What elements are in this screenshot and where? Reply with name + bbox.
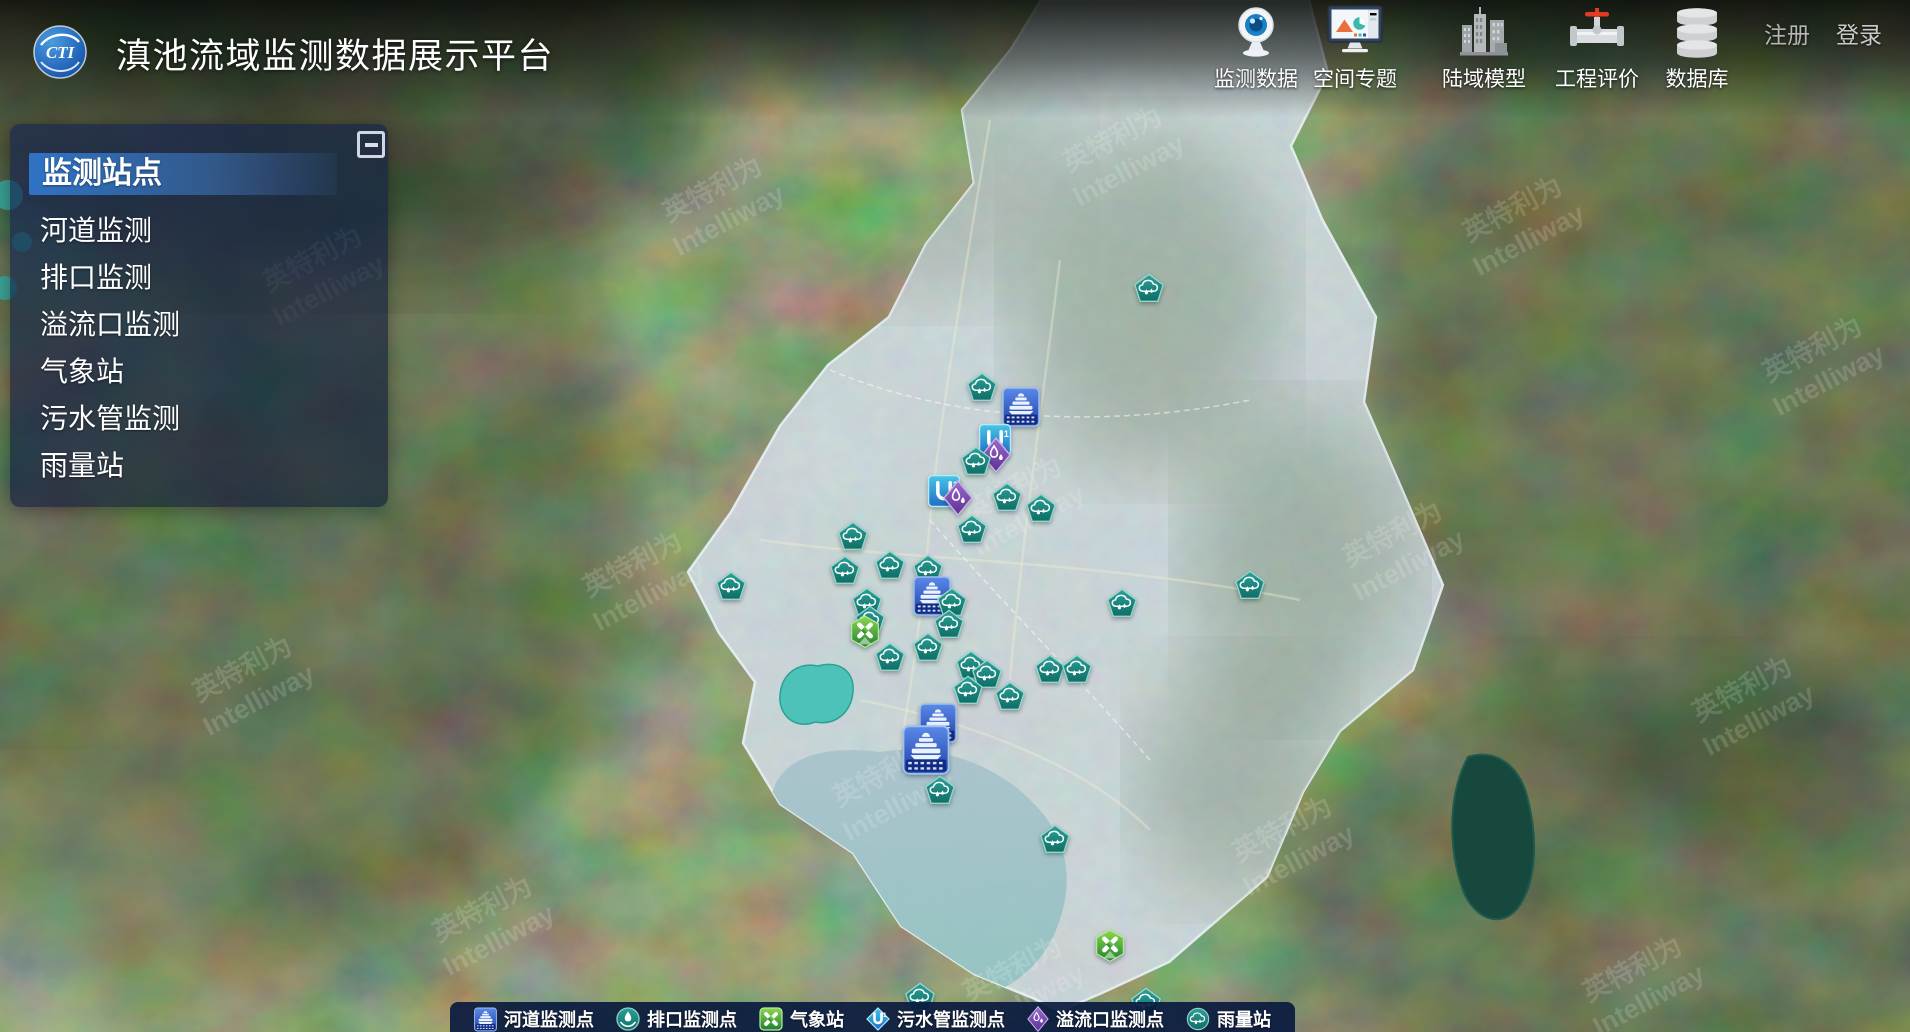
rain-marker[interactable] xyxy=(875,551,906,580)
river-marker[interactable] xyxy=(1002,387,1040,427)
weather-station-icon xyxy=(759,1007,783,1031)
svg-text:1: 1 xyxy=(883,1012,887,1019)
page-title: 滇池流域监测数据展示平台 xyxy=(116,28,554,79)
rain-marker[interactable] xyxy=(830,556,861,585)
legend-label: 雨量站 xyxy=(1217,1006,1271,1032)
rain-marker[interactable] xyxy=(967,373,998,402)
panel-item-weather-station[interactable]: 气象站 xyxy=(10,348,388,395)
app-root: 英特利为Intelliway英特利为Intelliway英特利为Intelliw… xyxy=(0,0,1910,1032)
top-bar: CTI 滇池流域监测数据展示平台 监测数据 xyxy=(0,0,1910,100)
legend-label: 气象站 xyxy=(790,1006,844,1032)
panel-item-sewage-monitoring[interactable]: 污水管监测 xyxy=(10,395,388,442)
minimize-icon xyxy=(365,143,378,147)
legend-label: 河道监测点 xyxy=(504,1006,594,1032)
river-point-icon xyxy=(474,1007,497,1032)
register-link[interactable]: 注册 xyxy=(1764,16,1810,50)
platform-logo-icon: CTI xyxy=(33,25,87,79)
rain-marker[interactable] xyxy=(992,483,1023,512)
rain-marker[interactable] xyxy=(838,522,869,551)
rain-marker[interactable] xyxy=(1107,589,1138,618)
rain-marker[interactable] xyxy=(1026,494,1057,523)
rain-marker[interactable] xyxy=(953,676,984,705)
legend-item-weather[interactable]: 气象站 xyxy=(759,1006,844,1032)
station-panel: 监测站点 河道监测 排口监测 溢流口监测 气象站 污水管监测 雨量站 xyxy=(10,124,388,507)
legend-item-overflow[interactable]: 溢流口监测点 xyxy=(1027,1006,1164,1032)
login-link[interactable]: 登录 xyxy=(1836,16,1882,50)
legend-item-sewage[interactable]: 1 污水管监测点 xyxy=(866,1006,1005,1032)
panel-item-overflow-monitoring[interactable]: 溢流口监测 xyxy=(10,301,388,348)
pipe-valve-icon xyxy=(1539,5,1655,61)
rain-marker[interactable] xyxy=(1235,571,1266,600)
nav-label: 空间专题 xyxy=(1297,63,1413,93)
rain-marker[interactable] xyxy=(913,633,944,662)
rain-marker[interactable] xyxy=(716,572,747,601)
legend-label: 污水管监测点 xyxy=(897,1006,1005,1032)
rain-marker[interactable] xyxy=(1134,274,1165,303)
database-icon xyxy=(1639,5,1755,61)
rain-marker[interactable] xyxy=(957,515,988,544)
nav-label: 工程评价 xyxy=(1539,63,1655,93)
rain-marker[interactable] xyxy=(1062,655,1093,684)
overflow-point-icon xyxy=(1027,1006,1049,1032)
sewage-pipe-point-icon: 1 xyxy=(866,1007,890,1031)
panel-item-river-monitoring[interactable]: 河道监测 xyxy=(10,207,388,254)
nav-item-database[interactable]: 数据库 xyxy=(1639,5,1755,93)
city-buildings-icon xyxy=(1426,5,1542,61)
panel-title[interactable]: 监测站点 xyxy=(29,153,337,195)
monitor-chart-icon xyxy=(1297,5,1413,61)
legend-item-river[interactable]: 河道监测点 xyxy=(474,1006,594,1032)
legend-label: 溢流口监测点 xyxy=(1056,1006,1164,1032)
legend-label: 排口监测点 xyxy=(647,1006,737,1032)
panel-item-rain-gauge[interactable]: 雨量站 xyxy=(10,442,388,489)
overflow-marker[interactable] xyxy=(943,480,973,516)
panel-item-outlet-monitoring[interactable]: 排口监测 xyxy=(10,254,388,301)
nav-item-spatial-topics[interactable]: 空间专题 xyxy=(1297,5,1413,93)
river-marker[interactable] xyxy=(902,725,950,775)
panel-minimize-button[interactable] xyxy=(357,131,385,158)
svg-text:CTI: CTI xyxy=(46,43,76,62)
outlet-point-icon xyxy=(616,1007,640,1031)
rain-gauge-icon xyxy=(1186,1007,1210,1031)
weather-marker[interactable] xyxy=(1095,929,1126,963)
nav-item-land-model[interactable]: 陆域模型 xyxy=(1426,5,1542,93)
rain-marker[interactable] xyxy=(925,776,956,805)
legend-item-rain[interactable]: 雨量站 xyxy=(1186,1006,1271,1032)
nav-item-project-evaluation[interactable]: 工程评价 xyxy=(1539,5,1655,93)
legend-item-outlet[interactable]: 排口监测点 xyxy=(616,1006,737,1032)
rain-marker[interactable] xyxy=(875,643,906,672)
rain-marker[interactable] xyxy=(961,447,992,476)
rain-marker[interactable] xyxy=(995,682,1026,711)
legend-bar: 河道监测点 排口监测点 气象 xyxy=(450,1002,1295,1032)
rain-marker[interactable] xyxy=(1040,825,1071,854)
station-type-list: 河道监测 排口监测 溢流口监测 气象站 污水管监测 雨量站 xyxy=(10,207,388,489)
nav-label: 陆域模型 xyxy=(1426,63,1542,93)
nav-label: 数据库 xyxy=(1639,63,1755,93)
